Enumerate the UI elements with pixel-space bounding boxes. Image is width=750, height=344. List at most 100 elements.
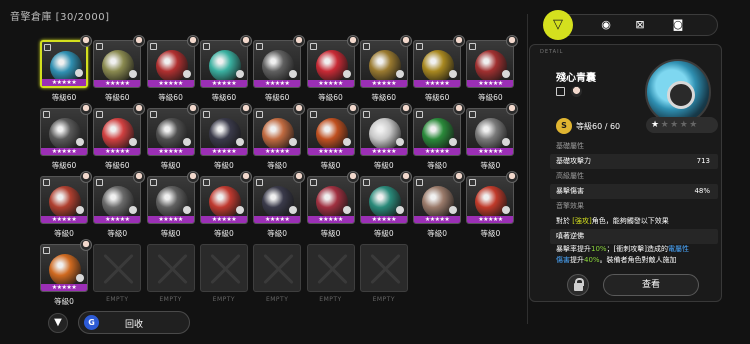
card-level: 等級0 — [107, 229, 128, 238]
empty-label: EMPTY — [159, 296, 182, 303]
character-avatar — [186, 103, 199, 115]
engine-card[interactable]: ★★★★★ 等級0 — [359, 171, 412, 242]
engine-card[interactable]: ★★★★★ 等級0 — [306, 171, 359, 242]
lock-icon — [342, 138, 351, 146]
engine-card[interactable]: ★★★★★ 等級0 — [466, 171, 519, 242]
card-frame: ★★★★★ — [466, 176, 515, 224]
type-icon — [43, 247, 50, 254]
empty-label: EMPTY — [212, 296, 236, 303]
level-text: 等級60 / 60 — [576, 122, 621, 131]
engine-card[interactable]: ★★★★★ 等級0 — [199, 171, 252, 242]
type-icon — [202, 111, 210, 118]
filter-button[interactable]: ▼ — [48, 313, 68, 333]
star-strip: ★★★★★ — [254, 148, 301, 155]
funnel-icon: ▼ — [54, 317, 62, 328]
star-strip: ★★★★★ — [94, 148, 141, 155]
engine-card[interactable]: ★★★★★ 等級0 — [253, 103, 306, 174]
empty-x-icon — [369, 253, 401, 285]
card-frame: ★★★★★ — [199, 108, 248, 156]
engine-card[interactable]: ★★★★★ 等級60 — [40, 103, 92, 174]
effect-header: 音擎效果 — [556, 202, 584, 210]
character-avatar — [346, 103, 359, 115]
lock-button[interactable] — [567, 274, 589, 296]
card-frame: ★★★★★ — [466, 108, 515, 156]
engine-card[interactable]: ★★★★★ 等級0 — [93, 171, 146, 242]
card-level: 等級60 — [371, 93, 397, 102]
adv-stat-header: 高級屬性 — [556, 172, 584, 180]
card-level: 等級0 — [267, 229, 288, 238]
engine-card[interactable]: ★★★★★ 等級60 — [359, 35, 412, 106]
star-off: ★★★★ — [660, 120, 699, 130]
empty-x-icon — [262, 253, 294, 285]
engine-card[interactable]: ★★★★★ 等級60 — [199, 35, 252, 106]
recycle-button[interactable]: G 回收 — [78, 311, 190, 334]
engine-card[interactable]: ★★★★★ 等級60 — [306, 35, 359, 106]
tab-w-engine[interactable]: ▽ — [543, 10, 573, 40]
engine-card[interactable]: ★★★★★ 等級0 — [359, 103, 412, 174]
view-button[interactable]: 查看 — [603, 274, 699, 296]
empty-label: EMPTY — [319, 296, 342, 303]
card-level: 等級0 — [214, 161, 234, 170]
engine-card[interactable]: ★★★★★ 等級0 — [466, 103, 519, 174]
character-avatar — [80, 35, 92, 47]
tab-disc[interactable]: ◉ — [598, 17, 614, 33]
tab-drive[interactable]: ◙ — [670, 17, 686, 33]
engine-card[interactable]: ★★★★★ 等級0 — [253, 171, 306, 242]
type-icon — [96, 43, 104, 50]
card-level: 等級0 — [54, 229, 74, 238]
engine-card[interactable]: ★★★★★ 等級0 — [306, 103, 359, 174]
empty-slot: EMPTY — [199, 244, 248, 310]
card-level: 等級60 — [211, 93, 237, 102]
adv-stat-name: 暴擊傷害 — [556, 187, 584, 195]
engine-card[interactable]: ★★★★★ 等級60 — [93, 103, 146, 174]
character-avatar — [453, 103, 466, 115]
type-icon — [149, 111, 157, 118]
detail-panel: DETAIL 殘心青囊 S 等級60 / 60 ★★★★★ 基礎屬性 基礎攻擊力… — [529, 44, 722, 302]
card-frame: ★★★★★ — [146, 108, 195, 156]
empty-frame — [253, 244, 302, 292]
character-avatar — [239, 35, 252, 47]
lock-icon — [289, 206, 298, 214]
empty-frame — [306, 244, 355, 292]
engine-icon — [102, 186, 135, 218]
star-strip: ★★★★★ — [147, 148, 194, 155]
empty-slot: EMPTY — [359, 244, 408, 310]
card-level: 等級0 — [373, 161, 394, 170]
inventory-title: 音擎倉庫 [30/2000] — [10, 12, 110, 23]
type-icon — [416, 43, 424, 50]
card-level: 等級60 — [105, 93, 130, 102]
engine-card[interactable]: ★★★★★ 等級60 — [146, 35, 199, 106]
engine-card[interactable]: ★★★★★ 等級60 — [93, 35, 146, 106]
lock-icon — [289, 138, 298, 146]
lock-icon — [75, 69, 83, 77]
engine-card[interactable]: ★★★★★ 等級0 — [199, 103, 252, 174]
character-avatar — [506, 171, 519, 183]
engine-card[interactable]: ★★★★★ 等級0 — [146, 171, 199, 242]
engine-card[interactable]: ★★★★★ 等級0 — [413, 171, 466, 242]
engine-card[interactable]: ★★★★★ 等級0 — [146, 103, 199, 174]
type-icon — [149, 179, 157, 186]
recycle-label: 回收 — [124, 320, 143, 330]
engine-card[interactable]: ★★★★★ 等級0 — [40, 239, 92, 310]
lock-icon — [395, 138, 404, 146]
type-icon — [309, 179, 317, 186]
engine-card[interactable]: ★★★★★ 等級60 — [253, 35, 306, 106]
star-strip: ★★★★★ — [360, 148, 407, 155]
card-frame: ★★★★★ — [93, 176, 142, 224]
empty-label: EMPTY — [106, 296, 129, 303]
engine-card[interactable]: ★★★★★ 等級0 — [413, 103, 466, 174]
adv-stat-row: 暴擊傷害 48% — [550, 184, 718, 199]
engine-portrait — [645, 59, 711, 125]
star-strip: ★★★★★ — [360, 80, 407, 87]
star-strip: ★★★★★ — [147, 216, 194, 223]
star-strip: ★★★★★ — [254, 216, 301, 223]
engine-card[interactable]: ★★★★★ 等級0 — [40, 171, 92, 242]
engine-card[interactable]: ★★★★★ 等級60 — [466, 35, 519, 106]
character-avatar — [506, 103, 519, 115]
tab-x-box[interactable]: ⊠ — [632, 17, 648, 33]
character-avatar — [399, 103, 412, 115]
engine-card[interactable]: ★★★★★ 等級60 — [40, 35, 92, 106]
star-strip: ★★★★★ — [41, 284, 87, 291]
engine-card[interactable]: ★★★★★ 等級60 — [413, 35, 466, 106]
star-strip: ★★★★★ — [307, 148, 354, 155]
